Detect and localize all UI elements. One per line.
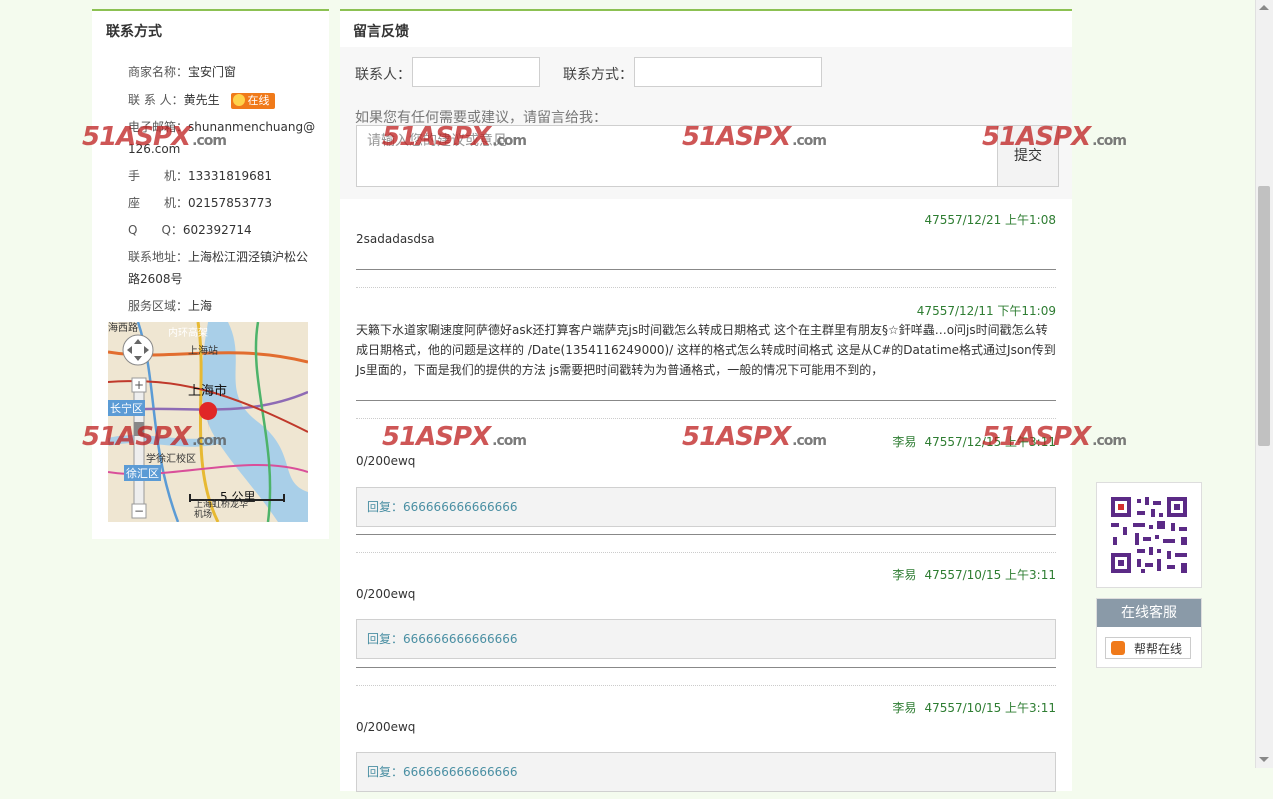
reply-text: 666666666666666 xyxy=(403,500,518,514)
watermark: 51ASPX .com xyxy=(382,422,527,452)
reply-label: 回复： xyxy=(367,632,404,646)
online-label: 在线 xyxy=(247,93,270,107)
reply-text: 666666666666666 xyxy=(403,632,518,646)
message-reply: 回复：666666666666666 xyxy=(356,487,1056,527)
message-reply: 回复：666666666666666 xyxy=(356,619,1056,659)
divider xyxy=(356,287,1056,288)
divider xyxy=(356,667,1056,668)
bangbang-label: 帮帮在线 xyxy=(1134,642,1183,656)
info-label: 手 机： xyxy=(128,169,189,183)
info-row-contact: 联 系 人：黄先生 在线 xyxy=(128,89,318,111)
info-row-mobile: 手 机：13331819681 xyxy=(128,165,318,187)
map-label: 学徐汇校区 xyxy=(146,454,196,465)
info-value: 上海 xyxy=(188,299,213,313)
feedback-header: 留言反馈 xyxy=(340,11,1072,47)
contact-name-label: 联系人： xyxy=(355,67,411,83)
message-item: 47557/12/21 上午1:08 2sadadasdsa xyxy=(356,211,1056,271)
map-label: 长宁区 xyxy=(108,400,145,416)
info-label: 服务区域： xyxy=(128,299,189,313)
watermark: 51ASPX .com xyxy=(682,122,827,152)
message-item: 李易 47557/10/15 上午3:11 0/200ewq 回复：6666666… xyxy=(356,566,1056,666)
map-city-label: 上海市 xyxy=(188,384,228,399)
qr-code-icon xyxy=(1111,497,1187,573)
info-row-qq: Q Q：602392714 xyxy=(128,219,318,241)
message-time: 47557/10/15 上午3:11 xyxy=(924,701,1056,715)
message-content: 2sadadasdsa xyxy=(356,232,435,246)
qr-code xyxy=(1096,482,1202,588)
map-label: 徐汇区 xyxy=(124,465,161,481)
message-item: 李易 47557/10/15 上午3:11 0/200ewq 回复：6666666… xyxy=(356,699,1056,799)
message-item: 47557/12/11 下午11:09 天籁下水道家唰速度阿萨德好ask还打算客… xyxy=(356,302,1056,392)
reply-text: 666666666666666 xyxy=(403,765,518,779)
message-content: 0/200ewq xyxy=(356,587,416,601)
message-author: 李易 xyxy=(892,568,917,582)
contact-method-label: 联系方式： xyxy=(563,67,633,83)
message-reply: 回复：666666666666666 xyxy=(356,752,1056,792)
watermark: 51ASPX .com xyxy=(982,122,1127,152)
svg-text:+: + xyxy=(134,378,144,392)
message-content: 天籁下水道家唰速度阿萨德好ask还打算客户端萨克js时间戳怎么转成日期格式 这个… xyxy=(356,323,1056,377)
message-author: 李易 xyxy=(892,701,917,715)
contact-panel: 联系方式 商家名称：宝安门窗 联 系 人：黄先生 在线 电子邮箱：shunanm… xyxy=(92,9,329,539)
svg-text:−: − xyxy=(134,504,144,518)
info-value: 宝安门窗 xyxy=(188,65,237,79)
feedback-title: 留言反馈 xyxy=(353,24,409,40)
info-label: 联 系 人： xyxy=(128,93,184,107)
watermark: 51ASPX .com xyxy=(682,422,827,452)
message-content: 0/200ewq xyxy=(356,720,416,734)
message-meta: 李易 47557/10/15 上午3:11 xyxy=(892,699,1056,716)
reply-label: 回复： xyxy=(367,500,404,514)
map-label: 上海站 xyxy=(188,346,218,357)
watermark: 51ASPX .com xyxy=(982,422,1127,452)
contact-method-input[interactable] xyxy=(634,57,822,87)
info-row-merchant: 商家名称：宝安门窗 xyxy=(128,61,318,83)
online-service: 在线客服 帮帮在线 xyxy=(1096,598,1202,668)
divider xyxy=(356,534,1056,535)
info-row-address: 联系地址：上海松江泗泾镇沪松公路2608号 xyxy=(128,246,318,290)
info-value: 13331819681 xyxy=(188,169,272,183)
bangbang-icon xyxy=(1111,641,1125,655)
watermark: 51ASPX .com xyxy=(82,422,227,452)
info-label: 商家名称： xyxy=(128,65,189,79)
message-time: 47557/12/21 上午1:08 xyxy=(924,213,1056,227)
reply-label: 回复： xyxy=(367,765,404,779)
info-label: Q Q： xyxy=(128,223,183,237)
qq-face-icon xyxy=(233,93,246,106)
contact-title: 联系方式 xyxy=(106,24,162,40)
info-row-area: 服务区域：上海 xyxy=(128,295,318,317)
divider xyxy=(356,418,1056,419)
watermark: 51ASPX .com xyxy=(382,122,527,152)
scrollbar[interactable] xyxy=(1255,0,1273,768)
message-time: 47557/12/11 下午11:09 xyxy=(916,304,1056,318)
message-time: 47557/10/15 上午3:11 xyxy=(924,568,1056,582)
divider xyxy=(356,552,1056,553)
info-label: 座 机： xyxy=(128,196,189,210)
divider xyxy=(356,685,1056,686)
message-author: 李易 xyxy=(892,435,917,449)
info-label: 联系地址： xyxy=(128,250,189,264)
watermark: 51ASPX .com xyxy=(82,122,227,152)
info-value: 黄先生 xyxy=(183,93,220,107)
map-label: 内环高架 xyxy=(168,328,208,339)
map-airport: 上海虹桥龙华机场 xyxy=(194,500,249,520)
message-content: 0/200ewq xyxy=(356,454,416,468)
info-value: 02157853773 xyxy=(188,196,272,210)
scroll-up-arrow[interactable] xyxy=(1259,5,1269,10)
qq-online-badge[interactable]: 在线 xyxy=(231,92,276,109)
online-service-title: 在线客服 xyxy=(1097,599,1201,627)
map-label: 海西路 xyxy=(108,323,138,334)
divider xyxy=(356,269,1056,270)
divider xyxy=(356,400,1056,401)
info-row-phone: 座 机：02157853773 xyxy=(128,192,318,214)
info-value: 602392714 xyxy=(182,223,252,237)
message-meta: 李易 47557/10/15 上午3:11 xyxy=(892,566,1056,583)
bangbang-online-button[interactable]: 帮帮在线 xyxy=(1105,637,1191,659)
scroll-thumb[interactable] xyxy=(1258,186,1270,446)
contact-name-input[interactable] xyxy=(412,57,540,87)
scroll-down-arrow[interactable] xyxy=(1259,757,1269,762)
